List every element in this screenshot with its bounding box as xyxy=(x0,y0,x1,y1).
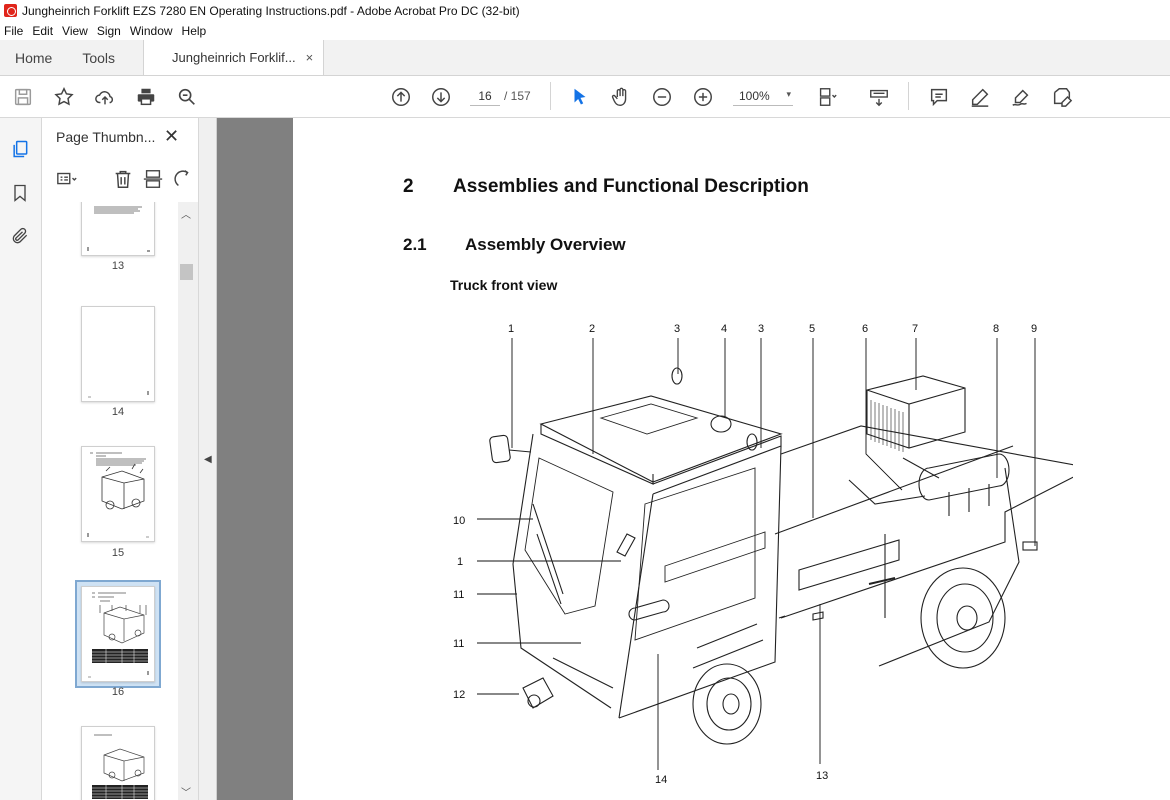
tab-document[interactable]: Jungheinrich Forklif... × xyxy=(143,40,325,75)
acrobat-app-icon xyxy=(4,4,17,17)
callout-label: 8 xyxy=(993,323,999,335)
menu-help[interactable]: Help xyxy=(182,24,207,38)
callout-label: 11 xyxy=(453,638,464,650)
rotate-page-icon[interactable] xyxy=(170,166,196,192)
close-icon[interactable]: ✕ xyxy=(164,126,179,147)
page-thumbnail[interactable] xyxy=(81,306,155,402)
window-title: Jungheinrich Forklift EZS 7280 EN Operat… xyxy=(22,3,520,18)
toolbar-divider xyxy=(908,82,909,110)
chevron-down-icon: ▾ xyxy=(786,89,791,99)
pdf-page: 2 Assemblies and Functional Description … xyxy=(293,118,1170,800)
delete-page-icon[interactable] xyxy=(110,166,136,192)
zoom-level-value: 100% xyxy=(739,89,770,103)
page-count-label: / 157 xyxy=(504,89,531,103)
thumbnail-list: 13 14 15 16 xyxy=(42,202,178,800)
thumbnail-toolbar xyxy=(42,162,198,198)
zoom-in-icon[interactable] xyxy=(690,84,716,110)
page-thumbnail-current[interactable] xyxy=(81,586,155,682)
scrollbar-thumb[interactable] xyxy=(180,264,193,280)
section-number: 2.1 xyxy=(403,235,427,254)
sign-icon[interactable] xyxy=(1008,84,1034,110)
thumbnail-panel-title: Page Thumbn... xyxy=(56,129,156,145)
page-thumbnails-panel: Page Thumbn... ✕ 13 14 15 16 ︿ ﹀ xyxy=(42,118,199,800)
menu-view[interactable]: View xyxy=(62,24,88,38)
subsection-title: Truck front view xyxy=(450,277,558,293)
collapse-left-icon: ◀ xyxy=(204,454,212,465)
bookmarks-icon[interactable] xyxy=(9,182,31,204)
tab-bar: Home Tools Jungheinrich Forklif... × xyxy=(0,40,1170,76)
thumbnail-scrollbar[interactable]: ︿ ﹀ xyxy=(178,202,198,800)
zoom-level-select[interactable]: 100% ▾ xyxy=(733,86,793,106)
tab-close-icon[interactable]: × xyxy=(306,50,314,65)
callout-label: 4 xyxy=(721,323,727,335)
truck-front-view-figure: 1 2 3 4 3 5 6 7 8 9 10 1 11 11 12 14 13 xyxy=(453,323,1073,786)
document-canvas[interactable]: 2 Assemblies and Functional Description … xyxy=(217,118,1170,800)
insert-pages-icon[interactable] xyxy=(140,166,166,192)
menu-sign[interactable]: Sign xyxy=(97,24,121,38)
thumbnail-page-number: 13 xyxy=(111,260,125,272)
callout-label: 1 xyxy=(457,556,463,568)
truck-illustration xyxy=(489,367,1073,745)
left-nav-rail xyxy=(0,118,42,800)
page-thumbnail[interactable] xyxy=(81,446,155,542)
thumbnail-options-icon[interactable] xyxy=(54,166,80,192)
page-thumbnail[interactable] xyxy=(81,726,155,800)
menu-window[interactable]: Window xyxy=(130,24,173,38)
menu-bar: File Edit View Sign Window Help xyxy=(0,21,1170,40)
search-zoom-icon[interactable] xyxy=(174,84,200,110)
scroll-up-icon[interactable]: ︿ xyxy=(181,206,191,221)
highlight-pen-icon[interactable] xyxy=(967,84,993,110)
attachments-paperclip-icon[interactable] xyxy=(9,225,31,247)
select-cursor-icon[interactable] xyxy=(567,84,593,110)
edit-pdf-icon[interactable] xyxy=(1049,84,1075,110)
save-icon[interactable] xyxy=(10,84,36,110)
callout-label: 2 xyxy=(589,323,595,335)
page-thumbnail[interactable] xyxy=(81,202,155,256)
callout-label: 12 xyxy=(453,689,465,701)
comment-icon[interactable] xyxy=(926,84,952,110)
page-fit-icon[interactable] xyxy=(814,84,840,110)
previous-page-icon[interactable] xyxy=(388,84,414,110)
callout-label: 10 xyxy=(453,515,465,527)
callout-label: 1 xyxy=(508,323,514,335)
chapter-title: Assemblies and Functional Description xyxy=(453,176,809,197)
callout-label: 6 xyxy=(862,323,868,335)
panel-collapse-handle[interactable]: ◀ xyxy=(199,118,217,800)
window-titlebar: Jungheinrich Forklift EZS 7280 EN Operat… xyxy=(0,0,1170,21)
callout-label: 5 xyxy=(809,323,815,335)
leader-lines xyxy=(477,338,1036,770)
callout-label: 14 xyxy=(655,774,667,786)
callout-label: 13 xyxy=(816,770,828,782)
tab-document-label: Jungheinrich Forklif... xyxy=(172,50,296,65)
zoom-out-icon[interactable] xyxy=(649,84,675,110)
next-page-icon[interactable] xyxy=(428,84,454,110)
callout-label: 9 xyxy=(1031,323,1037,335)
menu-edit[interactable]: Edit xyxy=(32,24,53,38)
bookmark-star-icon[interactable] xyxy=(51,84,77,110)
scroll-mode-icon[interactable] xyxy=(866,84,892,110)
callout-label: 7 xyxy=(912,323,918,335)
thumbnail-page-number: 16 xyxy=(111,686,125,698)
page-thumbnails-icon[interactable] xyxy=(9,138,31,160)
callout-label: 3 xyxy=(674,323,680,335)
thumbnail-page-number: 14 xyxy=(111,406,125,418)
callout-label: 11 xyxy=(453,589,464,601)
toolbar-divider xyxy=(550,82,551,110)
tab-home[interactable]: Home xyxy=(0,40,67,75)
thumbnail-page-number: 15 xyxy=(111,547,125,559)
menu-file[interactable]: File xyxy=(4,24,23,38)
scroll-down-icon[interactable]: ﹀ xyxy=(181,784,191,799)
chapter-number: 2 xyxy=(403,176,414,197)
page-number-input[interactable]: 16 xyxy=(470,86,500,106)
tab-tools[interactable]: Tools xyxy=(67,40,130,75)
hand-tool-icon[interactable] xyxy=(608,84,634,110)
print-icon[interactable] xyxy=(133,84,159,110)
callout-label: 3 xyxy=(758,323,764,335)
section-title: Assembly Overview xyxy=(465,235,626,254)
cloud-upload-icon[interactable] xyxy=(92,84,118,110)
